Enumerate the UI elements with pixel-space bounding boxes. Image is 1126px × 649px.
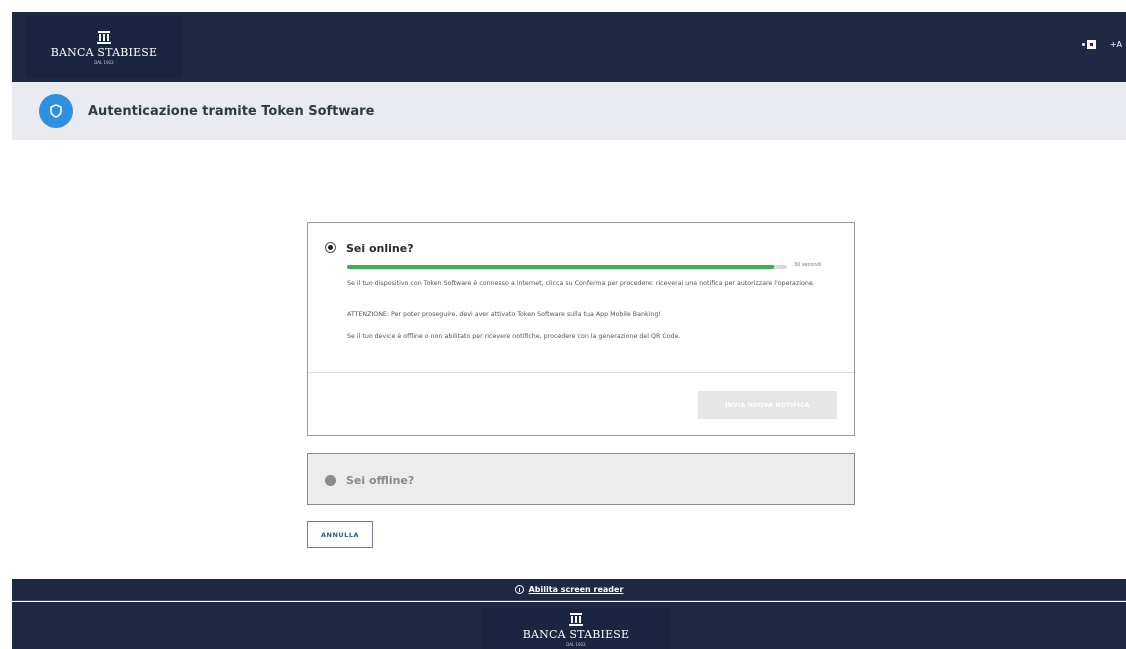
footer-logo-name: BANCA STABIESE (522, 628, 630, 641)
cancel-button[interactable]: ANNULLA (307, 521, 373, 548)
page-title: Autenticazione tramite Token Software (88, 103, 375, 119)
screen-reader-bar: Abilita screen reader (12, 579, 1126, 601)
countdown-progress-fill (347, 265, 774, 269)
bank-building-icon (97, 30, 111, 44)
footer-logo-subtitle: DAL 1922 (566, 642, 586, 647)
info-icon (514, 585, 524, 594)
online-instructions: Se il tuo dispositivo con Token Software… (347, 280, 815, 287)
logo-name: BANCA STABIESE (50, 45, 158, 59)
countdown-label: 30 secondi (794, 262, 822, 268)
header-bar: BANCA STABIESE DAL 1922 +A (12, 12, 1126, 82)
accessibility-tools: +A (1081, 40, 1126, 49)
card-divider (308, 372, 854, 373)
shield-icon (39, 94, 73, 128)
bank-building-icon (569, 613, 583, 626)
footer-bank-logo: BANCA STABIESE DAL 1922 (482, 608, 670, 649)
countdown-progress-bar (347, 265, 787, 269)
offline-option-card[interactable]: Sei offline? (307, 453, 855, 505)
contrast-toggle-icon[interactable] (1081, 40, 1096, 49)
online-option-card[interactable]: Sei online? 30 secondi Se il tuo disposi… (307, 222, 855, 436)
online-warning: ATTENZIONE: Per poter proseguire, devi a… (347, 311, 661, 318)
resend-notification-button[interactable]: INVIA NUOVA NOTIFICA (698, 391, 837, 419)
offline-hint: Se il tuo device è offline o non abilita… (347, 333, 681, 340)
page-title-bar: Autenticazione tramite Token Software (12, 82, 1126, 140)
enable-screen-reader-link[interactable]: Abilita screen reader (529, 585, 624, 594)
online-radio[interactable] (325, 242, 336, 253)
online-option-title: Sei online? (346, 242, 414, 255)
offline-radio[interactable] (325, 475, 336, 486)
logo-subtitle: DAL 1922 (94, 59, 114, 65)
offline-option-title: Sei offline? (346, 474, 415, 487)
bank-logo[interactable]: BANCA STABIESE DAL 1922 (26, 16, 182, 78)
footer: BANCA STABIESE DAL 1922 (12, 602, 1126, 649)
font-size-toggle[interactable]: +A (1110, 40, 1122, 49)
